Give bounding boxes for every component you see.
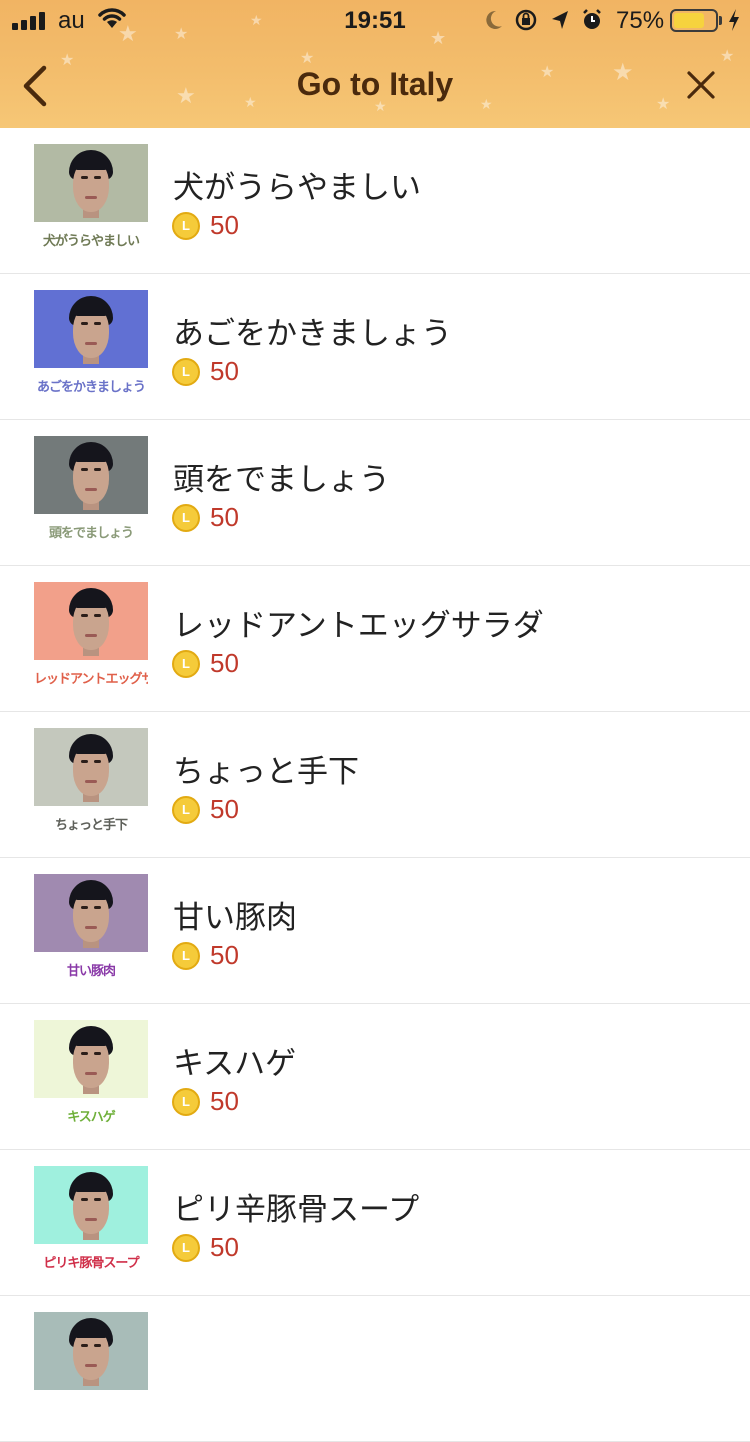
face-photo [69,588,113,656]
list-item[interactable]: 犬がうらやましい 犬がうらやましい L 50 [0,128,750,274]
item-name: 頭をでましょう [173,462,390,498]
close-button[interactable] [680,66,722,108]
sticker-thumbnail: 犬がうらやましい [34,144,148,256]
sticker-thumbnail: ピリキ豚骨スープ [34,1166,148,1278]
item-name: レッドアントエッグサラダ [173,608,544,644]
sticker-thumbnail: あごをかきましょう [34,290,148,402]
status-icons [486,9,601,31]
thumbnail-caption: キスハゲ [67,1110,116,1125]
sticker-thumbnail: 頭をでましょう [34,436,148,548]
list-item[interactable]: ちょっと手下 ちょっと手下 L 50 [0,712,750,858]
list-item[interactable]: レッドアントエッグサラダ レッドアントエッグサラダ L 50 [0,566,750,712]
thumbnail-background [34,144,148,222]
thumbnail-background [34,582,148,660]
coin-icon: L [172,1234,200,1262]
list-item[interactable]: キスハゲ キスハゲ L 50 [0,1004,750,1150]
item-name: 甘い豚肉 [173,900,297,936]
page-title: Go to Italy [296,66,454,102]
sticker-thumbnail: レッドアントエッグサラダ [34,582,148,694]
thumbnail-background [34,436,148,514]
coin-icon: L [172,1088,200,1116]
thumbnail-caption: 甘い豚肉 [66,964,116,979]
item-name: 犬がうらやましい [173,170,421,206]
thumbnail-background [34,1312,148,1390]
list-item[interactable] [0,1296,750,1442]
thumbnail-caption: あごをかきましょう [36,380,146,395]
item-price: 50 [210,648,239,678]
coin-icon: L [172,796,200,824]
item-price: 50 [210,940,239,970]
battery-cap [719,16,722,25]
thumbnail-background [34,1020,148,1098]
item-name: あごをかきましょう [173,316,452,352]
thumbnail-background [34,290,148,368]
sticker-thumbnail: キスハゲ [34,1020,148,1132]
item-price: 50 [210,356,239,386]
item-price: 50 [210,210,239,240]
list-item[interactable]: 頭をでましょう 頭をでましょう L 50 [0,420,750,566]
battery-icon [670,9,718,32]
thumbnail-caption: ちょっと手下 [54,818,128,833]
item-price: 50 [210,1086,239,1116]
sticker-thumbnail: ちょっと手下 [34,728,148,840]
item-name: ちょっと手下 [173,754,359,790]
app-header: ★ ★ ★ ★ ★ ★ ★ ★ ★ ★ ★ ★ ★ ★ au 19:51 75% [0,0,750,128]
face-photo [69,1026,113,1094]
coin-icon: L [172,504,200,532]
sticker-thumbnail [34,1312,148,1424]
sticker-thumbnail: 甘い豚肉 [34,874,148,986]
item-price: 50 [210,794,239,824]
moon-icon [486,10,502,29]
item-name: キスハゲ [173,1046,297,1082]
sticker-list: 犬がうらやましい 犬がうらやましい L 50 あごをかきましょう あごをかきまし… [0,128,750,1442]
face-photo [69,734,113,802]
location-arrow-icon [552,11,568,29]
thumbnail-background [34,874,148,952]
thumbnail-caption: ピリキ豚骨スープ [43,1256,139,1271]
list-item[interactable]: ピリキ豚骨スープ ピリ辛豚骨スープ L 50 [0,1150,750,1296]
face-photo [69,296,113,364]
face-photo [69,1318,113,1386]
face-photo [69,1172,113,1240]
alarm-icon [583,9,601,29]
thumbnail-caption: 犬がうらやましい [42,234,140,249]
thumbnail-caption: レッドアントエッグサラダ [34,672,148,687]
item-price: 50 [210,502,239,532]
battery-level-fill [674,13,704,28]
rotation-lock-icon [515,9,537,31]
item-price: 50 [210,1232,239,1262]
coin-icon: L [172,212,200,240]
list-item[interactable]: 甘い豚肉 甘い豚肉 L 50 [0,858,750,1004]
list-item[interactable]: あごをかきましょう あごをかきましょう L 50 [0,274,750,420]
thumbnail-background [34,1166,148,1244]
status-bar: au 19:51 75% [0,0,750,40]
face-photo [69,150,113,218]
battery-percentage: 75% [616,7,665,34]
face-photo [69,880,113,948]
coin-icon: L [172,358,200,386]
coin-icon: L [172,942,200,970]
item-name: ピリ辛豚骨スープ [173,1192,420,1228]
coin-icon: L [172,650,200,678]
face-photo [69,442,113,510]
thumbnail-caption: 頭をでましょう [48,526,134,541]
thumbnail-background [34,728,148,806]
charging-bolt-icon [729,9,739,31]
